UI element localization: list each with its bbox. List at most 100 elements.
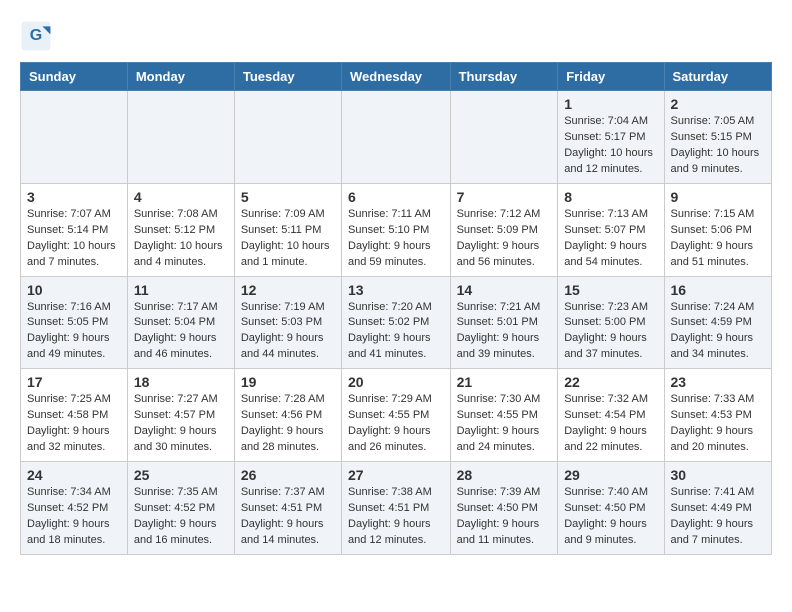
calendar-week-row: 17 Sunrise: 7:25 AMSunset: 4:58 PMDayligh… (21, 369, 772, 462)
calendar-cell: 3 Sunrise: 7:07 AMSunset: 5:14 PMDaylight… (21, 183, 128, 276)
day-number: 26 (241, 467, 335, 483)
day-number: 10 (27, 282, 121, 298)
svg-text:G: G (30, 27, 42, 44)
calendar-cell: 22 Sunrise: 7:32 AMSunset: 4:54 PMDayligh… (558, 369, 664, 462)
calendar-cell: 11 Sunrise: 7:17 AMSunset: 5:04 PMDayligh… (127, 276, 234, 369)
day-info: Sunrise: 7:21 AMSunset: 5:01 PMDaylight:… (457, 300, 552, 364)
calendar-week-row: 24 Sunrise: 7:34 AMSunset: 4:52 PMDayligh… (21, 462, 772, 555)
day-info: Sunrise: 7:34 AMSunset: 4:52 PMDaylight:… (27, 485, 121, 549)
calendar-cell: 4 Sunrise: 7:08 AMSunset: 5:12 PMDaylight… (127, 183, 234, 276)
weekday-header-sunday: Sunday (21, 63, 128, 91)
day-info: Sunrise: 7:04 AMSunset: 5:17 PMDaylight:… (564, 114, 657, 178)
logo: G (20, 20, 56, 52)
day-info: Sunrise: 7:41 AMSunset: 4:49 PMDaylight:… (671, 485, 765, 549)
calendar-cell: 27 Sunrise: 7:38 AMSunset: 4:51 PMDayligh… (342, 462, 451, 555)
day-info: Sunrise: 7:39 AMSunset: 4:50 PMDaylight:… (457, 485, 552, 549)
weekday-header-wednesday: Wednesday (342, 63, 451, 91)
day-number: 17 (27, 374, 121, 390)
day-number: 28 (457, 467, 552, 483)
calendar-week-row: 1 Sunrise: 7:04 AMSunset: 5:17 PMDaylight… (21, 91, 772, 184)
calendar-cell: 12 Sunrise: 7:19 AMSunset: 5:03 PMDayligh… (234, 276, 341, 369)
day-info: Sunrise: 7:25 AMSunset: 4:58 PMDaylight:… (27, 392, 121, 456)
day-info: Sunrise: 7:11 AMSunset: 5:10 PMDaylight:… (348, 207, 444, 271)
day-number: 27 (348, 467, 444, 483)
day-number: 16 (671, 282, 765, 298)
calendar-cell: 7Sunrise: 7:12 AMSunset: 5:09 PMDaylight… (450, 183, 558, 276)
weekday-header-thursday: Thursday (450, 63, 558, 91)
day-info: Sunrise: 7:08 AMSunset: 5:12 PMDaylight:… (134, 207, 228, 271)
day-info: Sunrise: 7:20 AMSunset: 5:02 PMDaylight:… (348, 300, 444, 364)
day-number: 19 (241, 374, 335, 390)
calendar-cell: 17 Sunrise: 7:25 AMSunset: 4:58 PMDayligh… (21, 369, 128, 462)
logo-icon: G (20, 20, 52, 52)
day-number: 2 (671, 96, 765, 112)
calendar-cell (450, 91, 558, 184)
weekday-header-row: SundayMondayTuesdayWednesdayThursdayFrid… (21, 63, 772, 91)
day-number: 13 (348, 282, 444, 298)
day-number: 4 (134, 189, 228, 205)
calendar-cell (21, 91, 128, 184)
calendar-cell: 16Sunrise: 7:24 AMSunset: 4:59 PMDayligh… (664, 276, 771, 369)
day-info: Sunrise: 7:15 AMSunset: 5:06 PMDaylight:… (671, 207, 765, 271)
day-number: 30 (671, 467, 765, 483)
calendar-cell: 29Sunrise: 7:40 AMSunset: 4:50 PMDayligh… (558, 462, 664, 555)
day-info: Sunrise: 7:07 AMSunset: 5:14 PMDaylight:… (27, 207, 121, 271)
day-number: 3 (27, 189, 121, 205)
day-number: 11 (134, 282, 228, 298)
day-number: 21 (457, 374, 552, 390)
calendar-cell: 10 Sunrise: 7:16 AMSunset: 5:05 PMDayligh… (21, 276, 128, 369)
calendar-cell: 2 Sunrise: 7:05 AMSunset: 5:15 PMDaylight… (664, 91, 771, 184)
day-info: Sunrise: 7:28 AMSunset: 4:56 PMDaylight:… (241, 392, 335, 456)
day-number: 1 (564, 96, 657, 112)
weekday-header-friday: Friday (558, 63, 664, 91)
calendar-cell (342, 91, 451, 184)
day-info: Sunrise: 7:23 AMSunset: 5:00 PMDaylight:… (564, 300, 657, 364)
calendar-cell: 24 Sunrise: 7:34 AMSunset: 4:52 PMDayligh… (21, 462, 128, 555)
day-number: 9 (671, 189, 765, 205)
calendar-week-row: 10 Sunrise: 7:16 AMSunset: 5:05 PMDayligh… (21, 276, 772, 369)
day-info: Sunrise: 7:16 AMSunset: 5:05 PMDaylight:… (27, 300, 121, 364)
weekday-header-saturday: Saturday (664, 63, 771, 91)
calendar-cell: 15Sunrise: 7:23 AMSunset: 5:00 PMDayligh… (558, 276, 664, 369)
page-header: G (20, 20, 772, 52)
day-info: Sunrise: 7:30 AMSunset: 4:55 PMDaylight:… (457, 392, 552, 456)
weekday-header-monday: Monday (127, 63, 234, 91)
calendar-cell: 5 Sunrise: 7:09 AMSunset: 5:11 PMDaylight… (234, 183, 341, 276)
day-info: Sunrise: 7:27 AMSunset: 4:57 PMDaylight:… (134, 392, 228, 456)
calendar-table: SundayMondayTuesdayWednesdayThursdayFrid… (20, 62, 772, 555)
calendar-cell: 18Sunrise: 7:27 AMSunset: 4:57 PMDayligh… (127, 369, 234, 462)
day-number: 14 (457, 282, 552, 298)
day-info: Sunrise: 7:38 AMSunset: 4:51 PMDaylight:… (348, 485, 444, 549)
day-number: 22 (564, 374, 657, 390)
day-info: Sunrise: 7:29 AMSunset: 4:55 PMDaylight:… (348, 392, 444, 456)
day-number: 12 (241, 282, 335, 298)
calendar-cell: 25Sunrise: 7:35 AMSunset: 4:52 PMDayligh… (127, 462, 234, 555)
day-number: 5 (241, 189, 335, 205)
calendar-cell: 20 Sunrise: 7:29 AMSunset: 4:55 PMDayligh… (342, 369, 451, 462)
day-info: Sunrise: 7:17 AMSunset: 5:04 PMDaylight:… (134, 300, 228, 364)
day-info: Sunrise: 7:13 AMSunset: 5:07 PMDaylight:… (564, 207, 657, 271)
calendar-week-row: 3 Sunrise: 7:07 AMSunset: 5:14 PMDaylight… (21, 183, 772, 276)
calendar-cell: 9 Sunrise: 7:15 AMSunset: 5:06 PMDaylight… (664, 183, 771, 276)
calendar-cell: 6Sunrise: 7:11 AMSunset: 5:10 PMDaylight… (342, 183, 451, 276)
day-info: Sunrise: 7:05 AMSunset: 5:15 PMDaylight:… (671, 114, 765, 178)
day-number: 7 (457, 189, 552, 205)
day-number: 24 (27, 467, 121, 483)
day-info: Sunrise: 7:32 AMSunset: 4:54 PMDaylight:… (564, 392, 657, 456)
day-info: Sunrise: 7:09 AMSunset: 5:11 PMDaylight:… (241, 207, 335, 271)
day-info: Sunrise: 7:37 AMSunset: 4:51 PMDaylight:… (241, 485, 335, 549)
day-number: 23 (671, 374, 765, 390)
day-number: 8 (564, 189, 657, 205)
day-info: Sunrise: 7:19 AMSunset: 5:03 PMDaylight:… (241, 300, 335, 364)
day-info: Sunrise: 7:33 AMSunset: 4:53 PMDaylight:… (671, 392, 765, 456)
calendar-cell: 23 Sunrise: 7:33 AMSunset: 4:53 PMDayligh… (664, 369, 771, 462)
calendar-cell: 19 Sunrise: 7:28 AMSunset: 4:56 PMDayligh… (234, 369, 341, 462)
weekday-header-tuesday: Tuesday (234, 63, 341, 91)
calendar-cell: 28 Sunrise: 7:39 AMSunset: 4:50 PMDayligh… (450, 462, 558, 555)
day-info: Sunrise: 7:35 AMSunset: 4:52 PMDaylight:… (134, 485, 228, 549)
calendar-cell: 30 Sunrise: 7:41 AMSunset: 4:49 PMDayligh… (664, 462, 771, 555)
calendar-cell: 13 Sunrise: 7:20 AMSunset: 5:02 PMDayligh… (342, 276, 451, 369)
calendar-cell (127, 91, 234, 184)
calendar-cell (234, 91, 341, 184)
day-number: 20 (348, 374, 444, 390)
